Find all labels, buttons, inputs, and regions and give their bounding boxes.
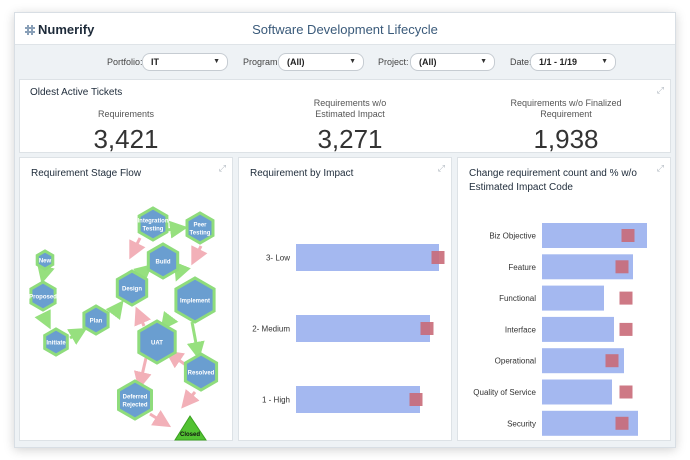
flow-node-label: Integration [138,219,169,225]
flow-nodes: New Proposed Initiate Plan Design Integration… [29,206,219,441]
tick-label: Biz Objective [489,232,536,241]
chevron-down-icon: ▼ [601,58,608,65]
tick-label: 2- Medium [252,325,290,334]
flow-node-label: Rejected [122,403,147,409]
impact-chart: 3- Low 2- Medium 1 - High [252,244,445,413]
kpi-requirements: Requirements 3,421 [26,96,226,155]
bar[interactable] [542,316,614,342]
chevron-down-icon: ▼ [480,58,487,65]
top-bar: Numerify Software Development Lifecycle [15,13,675,45]
kpi-value: 3,271 [317,124,383,154]
bar[interactable] [542,285,604,311]
portfolio-label: Portfolio: [107,57,143,67]
bar[interactable] [296,386,420,413]
project-select[interactable]: (All) ▼ [410,53,495,71]
stage-flow-card: Requirement Stage Flow ⤢ New Proposed In… [19,157,233,441]
portfolio-select[interactable]: IT ▼ [142,53,228,71]
kpi-label: Requirements [97,109,155,119]
kpi-label: Requirements w/o Estimated Impact [313,98,387,119]
flow-node-label: Proposed [29,295,57,301]
marker[interactable] [619,291,633,305]
program-value: (All) [287,57,305,67]
marker[interactable] [615,416,629,430]
impact-card: Requirement by Impact ⤢ 3- Low 2- Medium 1… [238,157,452,441]
portfolio-value: IT [151,57,159,67]
change-card: Change requirement count and % w/o Estim… [457,157,671,441]
marker[interactable] [619,322,633,336]
tick-label: 1 - High [262,396,290,405]
project-label: Project: [378,57,409,67]
tick-label: Security [507,419,536,428]
flow-node-label: Build [156,260,171,266]
flow-node-label: Closed [180,432,200,438]
tick-label: Interface [505,325,537,334]
flow-node-label: Plan [90,319,103,325]
tick-label: Operational [495,357,537,366]
filter-bar: Portfolio: IT ▼ Program: (All) ▼ Project… [15,53,675,73]
kpi-label: Requirements w/o Finalized Requirement [510,98,622,119]
flow-node-label: Testing [190,231,211,237]
marker[interactable] [615,260,629,274]
program-select[interactable]: (All) ▼ [278,53,364,71]
chevron-down-icon: ▼ [349,58,356,65]
flow-node-label: Resolved [188,371,215,377]
date-label: Date: [510,57,532,67]
marker[interactable] [409,393,423,406]
change-chart: Biz Objective Feature Functional Interface O… [473,223,647,436]
marker[interactable] [420,322,434,335]
marker[interactable] [621,229,635,242]
bar[interactable] [542,379,612,405]
chevron-down-icon: ▼ [213,58,220,65]
tick-label: 3- Low [266,254,290,263]
flow-node-label: Design [122,287,142,293]
flow-node-label: Deferred [123,395,148,401]
kpi-value: 1,938 [533,124,599,154]
expand-icon[interactable]: ⤢ [657,85,664,96]
kpi-requirements-wo-impact: Requirements w/o Estimated Impact 3,271 [250,96,450,155]
date-value: 1/1 - 1/19 [539,57,578,67]
tick-label: Feature [508,263,536,272]
program-label: Program: [243,57,281,67]
app-window: Numerify Software Development Lifecycle … [14,12,676,448]
flow-node-label: Peer [193,223,207,229]
stage-flow-diagram: New Proposed Initiate Plan Design Integration… [29,206,219,441]
tick-label: Functional [499,294,536,303]
tick-label: Quality of Service [473,388,536,397]
marker[interactable] [431,251,445,264]
marker[interactable] [619,385,633,399]
page-title: Software Development Lifecycle [252,22,438,37]
bar[interactable] [296,315,430,342]
flow-node-label: Implement [180,299,210,305]
kpi-value: 3,421 [93,124,159,154]
flow-node-label: New [39,259,52,265]
marker[interactable] [605,354,619,368]
date-select[interactable]: 1/1 - 1/19 ▼ [530,53,616,71]
flow-node-label: UAT [151,341,163,347]
flow-node-label: Initiate [46,341,66,347]
kpi-requirements-wo-finalized: Requirements w/o Finalized Requirement 1… [466,96,666,155]
oldest-tickets-card: Oldest Active Tickets ⤢ Requirements 3,4… [19,79,671,155]
project-value: (All) [419,57,437,67]
bar[interactable] [296,244,439,271]
flow-node-label: Testing [143,227,164,233]
